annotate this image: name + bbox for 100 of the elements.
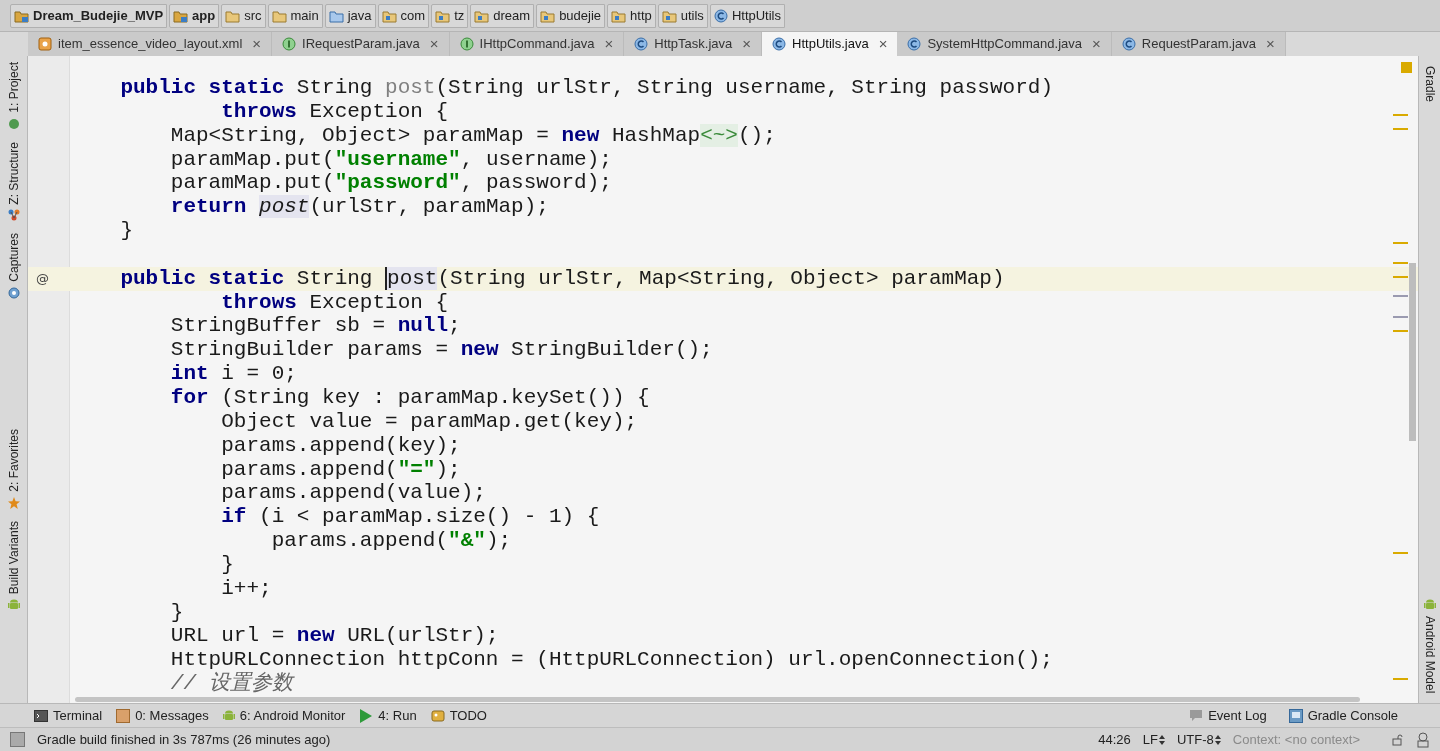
interface-icon [282,37,297,51]
error-stripe-mark[interactable] [1393,552,1408,554]
code-line: Object value = paramMap.get(key); [220,409,638,434]
status-toggle-icon[interactable] [10,732,25,747]
line-separator-selector[interactable]: LF [1142,729,1165,750]
tool-window-tab[interactable]: Gradle Console [1288,705,1398,726]
inspector-icon[interactable] [1416,731,1430,748]
breadcrumb-item[interactable]: app [169,3,220,28]
code-line: URL url = new URL(urlStr); [169,624,499,649]
star-icon [7,496,20,509]
code-line: throws Exception { [220,290,449,315]
code-line: StringBuffer sb = null; [169,314,461,339]
breadcrumb-item[interactable]: java [324,3,376,28]
code-line: int i = 0; [169,362,297,386]
code-line: i++; [220,576,272,601]
tool-window-tab[interactable]: 6: Android Monitor [222,705,346,726]
override-marker[interactable]: @ [36,270,49,286]
error-stripe-mark[interactable] [1393,242,1408,244]
run-icon [359,708,374,723]
tool-window-tab[interactable]: Event Log [1189,705,1267,726]
editor-tab[interactable]: HttpUtils.java × [762,32,898,56]
close-tab-button[interactable]: × [1265,32,1275,56]
horizontal-scrollbar[interactable] [75,697,1360,702]
tool-window-tab[interactable]: Build Variants [4,514,23,617]
error-stripe-mark[interactable] [1393,678,1408,680]
code-line: params.append(value); [220,481,486,506]
android-icon [7,598,20,611]
close-tab-button[interactable]: × [742,32,752,56]
class-icon [634,37,649,51]
code-line: } [220,552,234,577]
breadcrumb-item[interactable]: HttpUtils [709,3,785,28]
folder-icon [225,8,241,23]
breadcrumb-item[interactable]: Dream_Budejie_MVP [10,3,168,28]
code-line: paramMap.put("password", password); [169,171,612,196]
error-stripe-mark[interactable] [1393,276,1408,278]
up-down-arrows-icon [1214,734,1221,745]
error-stripe-mark[interactable] [1393,295,1408,297]
caret-position[interactable]: 44:26 [1098,729,1131,750]
error-stripe-mark[interactable] [1393,316,1408,318]
error-stripe-mark[interactable] [1393,330,1408,332]
close-tab-button[interactable]: × [878,32,888,56]
close-tab-button[interactable]: × [604,32,614,56]
breadcrumb-item[interactable]: src [221,3,266,28]
tool-window-tab[interactable]: 0: Messages [116,705,209,726]
breadcrumb-item[interactable]: budejie [536,3,606,28]
class-icon [1121,37,1136,51]
speech-bubble-icon [1189,708,1204,723]
package-icon [381,8,397,23]
interface-icon [459,37,474,51]
encoding-selector[interactable]: UTF-8 [1176,729,1221,750]
package-icon [611,8,627,23]
code-line: HttpURLConnection httpConn = (HttpURLConnection) url.openConnection(); [169,648,1053,672]
package-icon [540,8,556,23]
globe-icon [7,117,20,130]
android-icon [222,709,235,722]
terminal-icon [34,708,48,723]
error-stripe-mark[interactable] [1393,262,1408,264]
breadcrumb-item[interactable]: tz [431,3,469,28]
code-line: params.append("&"); [270,529,512,553]
close-tab-button[interactable]: × [252,32,262,56]
close-tab-button[interactable]: × [1092,32,1101,56]
tool-window-tab[interactable]: 1: Project [4,56,23,136]
package-icon [474,8,490,23]
breadcrumb-item[interactable]: dream [470,3,535,28]
tool-window-tab[interactable]: Gradle [1420,60,1439,109]
class-icon [713,8,728,23]
inspection-status-icon[interactable] [1401,62,1412,73]
structure-icon [7,209,20,222]
error-stripe-mark[interactable] [1393,128,1408,130]
lock-icon[interactable] [1392,733,1404,746]
breadcrumb-item[interactable]: utils [657,3,708,28]
close-tab-button[interactable]: × [429,32,439,56]
code-line: return post(urlStr, paramMap); [169,195,549,220]
folder-icon [271,8,287,23]
class-icon [772,37,787,51]
tool-window-tab[interactable]: Captures [4,227,23,306]
breadcrumb-item[interactable]: com [377,3,430,28]
error-stripe-mark[interactable] [1393,114,1408,116]
tool-window-tab[interactable]: Z: Structure [4,135,23,228]
code-line: public static String post(String urlStr, String username, String password) [119,76,1053,100]
code-line: StringBuilder params = new StringBuilder(); [169,338,713,363]
package-icon [435,8,451,23]
code-line: throws Exception { [220,99,449,124]
tool-window-tab[interactable]: 4: Run [359,705,417,726]
tool-window-tab[interactable]: Android Model [1420,592,1439,699]
breadcrumb-item[interactable]: http [607,3,656,28]
tool-window-tab[interactable]: TODO [430,705,487,726]
breadcrumb-item[interactable]: main [267,3,323,28]
code-line: params.append("="); [220,457,461,482]
tool-window-tab[interactable]: Terminal [34,705,103,726]
code-line: // 设置参数 [169,672,293,696]
code-line: paramMap.put("username", username); [169,147,612,172]
messages-icon [116,708,131,723]
tool-window-tab[interactable]: 2: Favorites [4,423,23,515]
code-line: if (i < paramMap.size() - 1) { [220,505,600,530]
class-icon [907,37,922,51]
vertical-scrollbar[interactable] [1409,263,1416,441]
code-line: } [119,219,133,243]
layout-file-icon [38,37,52,51]
package-icon [661,8,677,23]
